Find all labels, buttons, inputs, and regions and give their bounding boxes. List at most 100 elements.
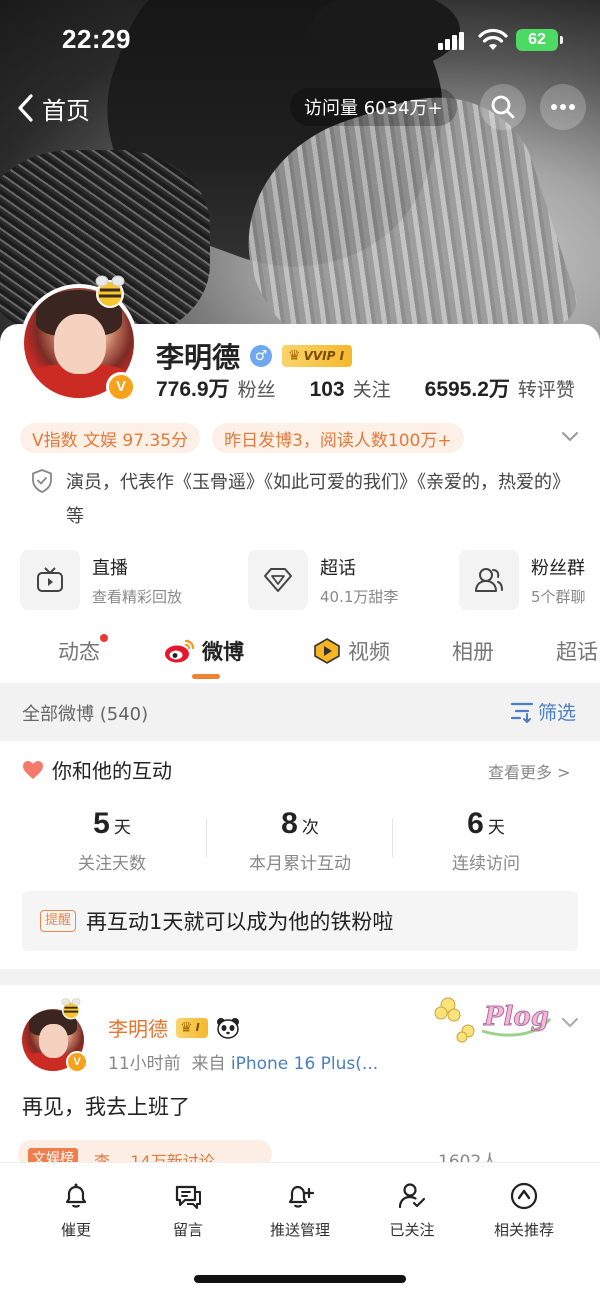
- bottom-label: 推送管理: [269, 1221, 330, 1239]
- feed-post: V 李明德 ♛ I 11小时前 来自 iPhone 16 Plus(... Pl…: [0, 985, 600, 1172]
- stat-follow-days: 5天 关注天数: [12, 807, 212, 874]
- plog-sticker-icon: Plog: [434, 997, 552, 1043]
- filter-icon: [510, 702, 534, 723]
- posting-activity-tag[interactable]: 昨日发博3，阅读人数100万+: [212, 423, 464, 453]
- profile-tabs: 动态 微博 视频 相册 超话: [0, 626, 600, 682]
- verified-badge: V: [106, 372, 136, 402]
- post-time: 11小时前: [108, 1054, 181, 1074]
- home-indicator[interactable]: [194, 1275, 406, 1283]
- quick-link-title: 粉丝群: [531, 557, 585, 579]
- quick-link-subtitle: 5个群聊: [531, 587, 586, 606]
- crown-icon: ♛: [180, 1019, 193, 1036]
- tv-icon: [37, 567, 63, 592]
- status-time: 22:29: [62, 24, 131, 54]
- post-author-row: 李明德 ♛ I: [108, 1013, 240, 1042]
- post-author-name[interactable]: 李明德: [108, 1013, 168, 1042]
- post-source-device[interactable]: iPhone 16 Plus(...: [231, 1054, 378, 1074]
- active-tab-indicator: [192, 674, 220, 679]
- heart-icon: [23, 760, 43, 779]
- status-bar: 22:29 62: [0, 24, 600, 58]
- filter-button[interactable]: 筛选: [510, 698, 576, 725]
- post-source-prefix: 来自: [191, 1054, 226, 1074]
- tab-activity[interactable]: 动态: [58, 634, 108, 666]
- chevron-left-icon: [18, 94, 33, 122]
- chevron-down-icon[interactable]: [560, 428, 580, 446]
- stat-value: 5: [93, 807, 110, 840]
- post-text: 再见，我去上班了: [22, 1095, 190, 1119]
- stat-unit: 天: [113, 818, 131, 838]
- view-more-link[interactable]: 查看更多 >: [488, 759, 571, 783]
- bottom-label: 留言: [172, 1221, 203, 1239]
- signal-icon: [438, 32, 464, 50]
- user-check-icon: [398, 1183, 426, 1209]
- quick-link-super-topic[interactable]: 超话 40.1万甜李: [248, 550, 398, 610]
- tab-super-topic[interactable]: 超话: [556, 636, 598, 666]
- bell-icon: [65, 1183, 87, 1208]
- back-button[interactable]: 首页: [16, 88, 90, 128]
- interaction-panel: 你和他的互动 查看更多 > 5天 关注天数 8次 本月累计互动 6天 连续访问 …: [0, 741, 600, 969]
- profile-bio: 演员，代表作《玉骨遥》《如此可爱的我们》《亲爱的，热爱的》等: [66, 472, 570, 527]
- iron-fan-reminder: 提醒 再互动1天就可以成为他的铁粉啦: [22, 891, 578, 951]
- bee-badge-icon: [95, 275, 125, 308]
- diamond-icon: [264, 568, 292, 592]
- shield-icon: [32, 469, 52, 493]
- interaction-title-text: 你和他的互动: [52, 759, 172, 783]
- bell-plus-icon: [288, 1185, 315, 1208]
- stat-consecutive-visits: 6天 连续访问: [386, 807, 586, 874]
- push-settings-button[interactable]: 推送管理: [245, 1181, 355, 1240]
- bottom-action-bar: 催更 留言 推送管理 已关注 相关推荐: [0, 1162, 600, 1298]
- stat-monthly-interactions: 8次 本月累计互动: [200, 807, 400, 874]
- back-label: 首页: [42, 96, 90, 125]
- profile-name-row: 李明德 ♂ ♛ VVIP I: [156, 336, 353, 376]
- following-stat[interactable]: 103 关注: [310, 375, 391, 402]
- engagement-stat[interactable]: 6595.2万 转评赞: [425, 373, 575, 403]
- quick-links: 直播 查看精彩回放 超话 40.1万甜李 粉丝群 5个群聊: [20, 550, 600, 610]
- tab-weibo[interactable]: 微博: [164, 636, 244, 666]
- urge-update-button[interactable]: 催更: [21, 1181, 131, 1240]
- vip-level: I: [195, 1021, 200, 1034]
- stat-unit: 天: [487, 818, 505, 838]
- tab-label: 动态: [58, 640, 100, 664]
- tab-label: 相册: [452, 640, 494, 664]
- bottom-label: 相关推荐: [493, 1221, 554, 1239]
- notification-dot: [100, 634, 108, 642]
- quick-link-fan-groups[interactable]: 粉丝群 5个群聊: [459, 550, 586, 610]
- profile-stats: 776.9万 粉丝 103 关注 6595.2万 转评赞: [156, 373, 596, 403]
- stat-value: 6: [467, 807, 484, 840]
- reminder-badge: 提醒: [40, 910, 77, 932]
- followers-stat[interactable]: 776.9万 粉丝: [156, 373, 276, 403]
- more-button[interactable]: [540, 84, 586, 130]
- battery-tip: [560, 36, 563, 44]
- quick-link-title: 超话: [320, 557, 356, 579]
- vvip-badge[interactable]: ♛ VVIP I: [282, 345, 353, 367]
- chevron-down-icon[interactable]: [560, 1015, 580, 1031]
- leave-message-button[interactable]: 留言: [133, 1181, 243, 1240]
- quick-link-live[interactable]: 直播 查看精彩回放: [20, 550, 182, 610]
- tab-video[interactable]: 视频: [312, 636, 390, 666]
- verified-badge: V: [66, 1051, 88, 1073]
- engagement-count: 6595.2万: [424, 378, 510, 401]
- tab-label: 视频: [348, 640, 390, 664]
- filter-label: 筛选: [538, 702, 577, 724]
- stat-unit: 次: [301, 818, 319, 838]
- bio-row: 演员，代表作《玉骨遥》《如此可爱的我们》《亲爱的，热爱的》等: [30, 466, 570, 534]
- filter-bar: 全部微博 (540) 筛选: [0, 683, 600, 741]
- visit-count: 访问量 6034万+: [290, 88, 457, 126]
- video-play-icon: [314, 638, 340, 664]
- search-button[interactable]: [480, 84, 526, 130]
- following-status-button[interactable]: 已关注: [357, 1181, 467, 1240]
- followers-count: 776.9万: [156, 378, 230, 401]
- related-recommendations-button[interactable]: 相关推荐: [469, 1181, 579, 1240]
- crown-icon: ♛: [288, 348, 301, 364]
- stat-label: 连续访问: [452, 854, 520, 874]
- message-icon: [175, 1185, 201, 1209]
- post-meta: 11小时前 来自 iPhone 16 Plus(...: [108, 1049, 378, 1074]
- quick-link-title: 直播: [92, 557, 128, 579]
- tab-albums[interactable]: 相册: [452, 636, 494, 666]
- profile-name: 李明德: [156, 341, 241, 374]
- reminder-text: 再互动1天就可以成为他的铁粉啦: [86, 910, 394, 934]
- tab-label: 超话: [556, 640, 598, 664]
- interaction-title: 你和他的互动: [22, 755, 172, 784]
- stat-label: 关注天数: [78, 854, 146, 874]
- v-index-tag[interactable]: V指数 文娱 97.35分: [20, 423, 201, 453]
